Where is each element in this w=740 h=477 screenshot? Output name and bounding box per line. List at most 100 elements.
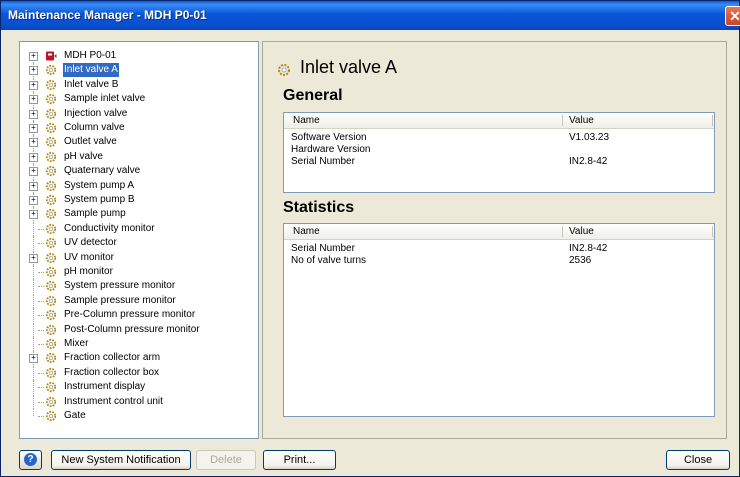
expand-icon[interactable]: + — [29, 95, 38, 105]
tree-item-label: Sample inlet valve — [64, 93, 146, 105]
tree-item-label: Column valve — [64, 122, 125, 133]
table-row[interactable]: Software Version V1.03.23 — [284, 132, 714, 143]
new-system-notification-button[interactable]: New System Notification — [51, 450, 191, 470]
expand-icon[interactable]: + — [29, 167, 38, 177]
general-heading: General — [283, 87, 343, 104]
column-separator — [712, 226, 713, 237]
component-gear-icon — [45, 353, 57, 364]
cell-name: Hardware Version — [291, 144, 371, 155]
help-button[interactable]: ? — [19, 450, 42, 470]
column-separator — [712, 115, 713, 126]
tree-item-label: Fraction collector box — [64, 366, 160, 378]
component-gear-icon — [45, 137, 57, 148]
column-header-name[interactable]: Name — [293, 114, 320, 127]
tree-connector-line — [38, 401, 44, 403]
expand-icon[interactable]: + — [29, 66, 38, 76]
close-button[interactable]: Close — [666, 450, 730, 470]
component-tree[interactable]: + MDH P0-01 + Inlet valve A + Inlet valve B + S… — [19, 41, 259, 439]
tree-item-label: Pre-Column pressure monitor — [64, 309, 196, 321]
tree-item-label: Inlet valve B — [64, 78, 119, 90]
tree-item-label: Instrument control unit — [64, 395, 163, 407]
tree-connector-line — [38, 416, 44, 417]
component-gear-icon — [45, 180, 57, 191]
table-row[interactable]: No of valve turns 2536 — [284, 255, 714, 266]
window-title: Maintenance Manager - MDH P0-01 — [8, 8, 207, 22]
tree-connector-line — [38, 228, 44, 230]
tree-connector-line — [38, 286, 44, 288]
tree-connector-line — [38, 344, 44, 345]
tree-connector-line — [38, 315, 44, 317]
tree-item-label: Outlet valve — [64, 136, 117, 148]
cell-value: IN2.8-42 — [569, 243, 608, 254]
tree-connector-line — [33, 322, 34, 337]
maintenance-manager-window: Maintenance Manager - MDH P0-01 ✕ + MDH P… — [0, 0, 740, 477]
tree-connector-line — [33, 337, 34, 351]
tree-connector-line — [33, 409, 34, 416]
expand-icon[interactable]: + — [29, 181, 38, 191]
column-header-name[interactable]: Name — [293, 225, 320, 238]
print-button[interactable]: Print... — [263, 450, 336, 470]
component-gear-icon — [45, 324, 57, 335]
tree-item-label: Sample pump — [64, 208, 126, 220]
statistics-heading: Statistics — [283, 199, 355, 216]
statistics-table-header: Name Value — [284, 224, 714, 240]
tree-item-label: Fraction collector arm — [64, 352, 161, 364]
close-window-icon[interactable]: ✕ — [725, 6, 740, 26]
component-gear-icon — [45, 382, 57, 393]
table-row[interactable]: Hardware Version — [284, 144, 714, 155]
tree-connector-line — [33, 265, 34, 279]
tree-item-label: UV detector — [64, 237, 117, 249]
expand-icon[interactable]: + — [29, 109, 38, 119]
tree-connector-line — [33, 308, 34, 323]
component-gear-icon — [45, 65, 57, 76]
tree-item-label: Gate — [64, 410, 86, 421]
tree-connector-line — [33, 394, 34, 409]
expand-icon[interactable]: + — [29, 138, 38, 148]
expand-icon[interactable]: + — [29, 52, 38, 61]
component-gear-icon — [45, 367, 57, 378]
expand-icon[interactable]: + — [29, 253, 38, 263]
expand-icon[interactable]: + — [29, 210, 38, 220]
component-gear-icon — [45, 166, 57, 177]
column-header-value[interactable]: Value — [569, 114, 594, 127]
tree-item-label: Quaternary valve — [64, 165, 141, 177]
table-row[interactable]: Serial Number IN2.8-42 — [284, 243, 714, 254]
expand-icon[interactable]: + — [29, 196, 38, 205]
cell-name: No of valve turns — [291, 255, 367, 266]
component-gear-icon — [45, 252, 57, 263]
component-gear-icon — [45, 281, 57, 292]
cell-value: IN2.8-42 — [569, 156, 608, 167]
component-gear-icon — [45, 310, 57, 321]
component-gear-icon — [45, 266, 57, 278]
instrument-icon — [46, 51, 57, 61]
tree-connector-line — [38, 243, 44, 245]
tree-item-label: MDH P0-01 — [64, 50, 117, 61]
component-title: Inlet valve A — [300, 57, 398, 77]
tree-connector-line — [38, 372, 44, 374]
expand-icon[interactable]: + — [29, 80, 38, 90]
expand-icon[interactable]: + — [29, 152, 38, 162]
cell-value: V1.03.23 — [569, 132, 610, 143]
expand-icon[interactable]: + — [29, 124, 38, 133]
component-gear-icon — [45, 79, 57, 90]
expand-icon[interactable]: + — [29, 354, 38, 364]
tree-item-label: System pump B — [64, 194, 135, 205]
tree-item-label: Instrument display — [64, 381, 146, 393]
delete-button[interactable]: Delete — [196, 450, 256, 470]
statistics-table[interactable]: Name Value Serial Number IN2.8-42 No of … — [283, 223, 715, 417]
tree-item-label: Post-Column pressure monitor — [64, 323, 200, 335]
table-row[interactable]: Serial Number IN2.8-42 — [284, 156, 714, 167]
tree-connector-line — [33, 293, 34, 308]
general-table[interactable]: Name Value Software Version V1.03.23 Har… — [283, 112, 715, 193]
tree-connector-line — [33, 365, 34, 380]
tree-item-label: System pressure monitor — [64, 280, 176, 292]
tree-connector-line — [33, 236, 34, 251]
cell-name: Software Version — [291, 132, 367, 143]
tree-item-label: Mixer — [64, 338, 89, 349]
component-gear-icon — [45, 238, 57, 249]
component-gear-icon — [45, 108, 57, 119]
component-gear-icon — [45, 194, 57, 206]
column-header-value[interactable]: Value — [569, 225, 594, 238]
component-gear-icon — [45, 151, 57, 162]
title-bar[interactable]: Maintenance Manager - MDH P0-01 ✕ — [1, 1, 740, 30]
